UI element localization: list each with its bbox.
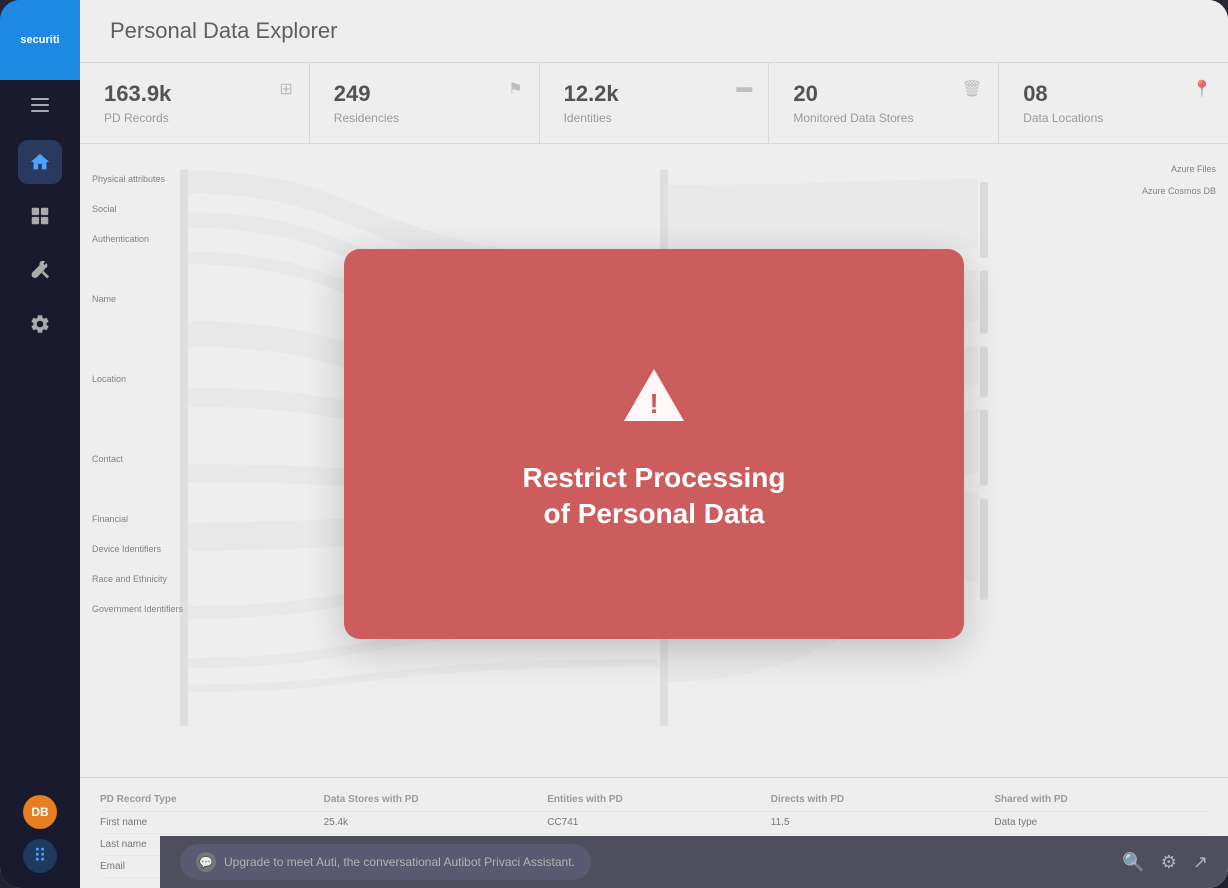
modal-overlay: ! Restrict Processing of Personal Data (80, 0, 1228, 888)
logo-text: securiti (20, 34, 59, 46)
svg-text:!: ! (649, 388, 658, 419)
modal-title-line2: of Personal Data (544, 498, 765, 529)
sidebar-item-dashboard[interactable] (18, 194, 62, 238)
sidebar-item-tools[interactable] (18, 248, 62, 292)
modal-title-line1: Restrict Processing (523, 462, 786, 493)
sidebar: securiti DB ⠿ (0, 0, 80, 888)
avatar-dots[interactable]: ⠿ (23, 839, 57, 873)
logo[interactable]: securiti (0, 0, 80, 80)
avatar[interactable]: DB (23, 795, 57, 829)
modal-title: Restrict Processing of Personal Data (523, 460, 786, 533)
sidebar-item-home[interactable] (18, 140, 62, 184)
menu-button[interactable] (20, 90, 60, 120)
menu-bar-3 (31, 110, 49, 112)
main-content: Personal Data Explorer 163.9k PD Records… (80, 0, 1228, 888)
modal-card: ! Restrict Processing of Personal Data (344, 249, 964, 639)
warning-icon: ! (614, 356, 694, 436)
menu-bar-2 (31, 104, 49, 106)
menu-bar-1 (31, 98, 49, 100)
sidebar-item-settings[interactable] (18, 302, 62, 346)
sidebar-bottom: DB ⠿ (23, 795, 57, 888)
